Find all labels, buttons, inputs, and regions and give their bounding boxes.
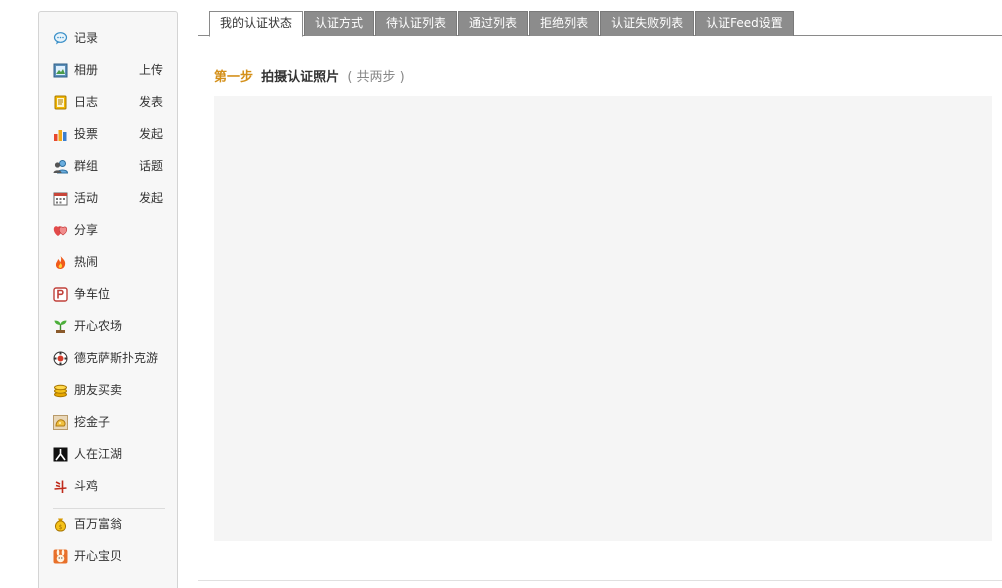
sidebar-item-label: 群组 xyxy=(74,159,99,173)
calendar-icon xyxy=(53,191,68,206)
sidebar-item-trade[interactable]: 朋友买卖 xyxy=(39,374,177,406)
bar-chart-icon xyxy=(53,127,68,142)
step-note: ( 共两步 ) xyxy=(347,70,405,85)
sidebar-item-label: 人在江湖 xyxy=(74,447,123,461)
sidebar: 记录 相册 上传 日志 发表 投票 发起 群组 话题 活动 发起 分享 热闹 争… xyxy=(38,11,178,588)
sidebar-item-label: 日志 xyxy=(74,95,99,109)
money-bag-icon: $ xyxy=(53,517,68,532)
tab-my-status[interactable]: 我的认证状态 xyxy=(209,11,304,37)
sidebar-item-vote[interactable]: 投票 发起 xyxy=(39,118,177,150)
sidebar-item-label: 活动 xyxy=(74,191,99,205)
sidebar-item-album[interactable]: 相册 上传 xyxy=(39,54,177,86)
tab-bar: 我的认证状态 认证方式 待认证列表 通过列表 拒绝列表 认证失败列表 认证Fee… xyxy=(198,11,1002,37)
tab-feed-settings[interactable]: 认证Feed设置 xyxy=(695,11,794,36)
sidebar-item-farm[interactable]: 开心农场 xyxy=(39,310,177,342)
parking-icon xyxy=(53,286,68,302)
gold-nugget-icon xyxy=(53,414,68,430)
sidebar-item-cockfight[interactable]: 斗鸡 xyxy=(39,470,177,502)
heart-share-icon xyxy=(53,223,68,238)
sidebar-item-label: 德克萨斯扑克游 xyxy=(74,351,159,365)
tab-failed-list[interactable]: 认证失败列表 xyxy=(600,11,695,36)
sidebar-nav: 记录 相册 上传 日志 发表 投票 发起 群组 话题 活动 发起 分享 热闹 争… xyxy=(39,12,177,572)
svg-text:$: $ xyxy=(59,524,63,531)
sidebar-item-gold[interactable]: 挖金子 xyxy=(39,406,177,438)
step-heading: 第一步 拍摄认证照片 ( 共两步 ) xyxy=(214,66,405,85)
sidebar-item-label: 挖金子 xyxy=(74,415,111,429)
start-vote-link[interactable]: 发起 xyxy=(139,120,163,148)
sidebar-item-millionaire[interactable]: $ 百万富翁 xyxy=(39,508,177,540)
fire-icon xyxy=(53,255,68,270)
sidebar-item-label: 开心农场 xyxy=(74,319,123,333)
sidebar-item-label: 投票 xyxy=(74,127,99,141)
sidebar-item-share[interactable]: 分享 xyxy=(39,214,177,246)
sidebar-item-diary[interactable]: 日志 发表 xyxy=(39,86,177,118)
sidebar-item-event[interactable]: 活动 发起 xyxy=(39,182,177,214)
sidebar-item-label: 开心宝贝 xyxy=(74,549,123,563)
tab-pending-list[interactable]: 待认证列表 xyxy=(375,11,458,36)
diary-icon xyxy=(53,95,68,110)
jianghu-icon xyxy=(53,447,68,462)
sidebar-item-label: 分享 xyxy=(74,223,99,237)
sprout-icon xyxy=(53,319,68,334)
sidebar-item-group[interactable]: 群组 话题 xyxy=(39,150,177,182)
tab-rejected-list[interactable]: 拒绝列表 xyxy=(529,11,600,36)
poker-chip-icon xyxy=(53,351,68,366)
coin-stack-icon xyxy=(53,383,68,398)
sidebar-item-hot[interactable]: 热闹 xyxy=(39,246,177,278)
sidebar-item-parking[interactable]: 争车位 xyxy=(39,278,177,310)
start-event-link[interactable]: 发起 xyxy=(139,184,163,212)
sidebar-item-label: 热闹 xyxy=(74,255,99,269)
sidebar-item-label: 相册 xyxy=(74,63,99,77)
chat-bubble-icon xyxy=(53,31,68,46)
cockfight-icon xyxy=(53,479,68,494)
publish-link[interactable]: 发表 xyxy=(139,88,163,116)
photo-album-icon xyxy=(53,63,68,78)
sidebar-item-label: 百万富翁 xyxy=(74,517,123,531)
photo-capture-area[interactable] xyxy=(214,96,992,541)
upload-link[interactable]: 上传 xyxy=(139,56,163,84)
tab-approved-list[interactable]: 通过列表 xyxy=(458,11,529,36)
sidebar-divider xyxy=(53,508,165,509)
sidebar-item-label: 朋友买卖 xyxy=(74,383,123,397)
sidebar-item-poker[interactable]: 德克萨斯扑克游 xyxy=(39,342,177,374)
tab-methods[interactable]: 认证方式 xyxy=(304,11,375,36)
sidebar-item-baby[interactable]: 开心宝贝 xyxy=(39,540,177,572)
baby-bunny-icon xyxy=(53,549,68,564)
sidebar-item-record[interactable]: 记录 xyxy=(39,22,177,54)
content-divider xyxy=(198,580,1002,581)
step-number: 第一步 xyxy=(214,70,254,85)
sidebar-item-label: 斗鸡 xyxy=(74,479,99,493)
step-title: 拍摄认证照片 xyxy=(261,70,340,85)
group-people-icon xyxy=(53,159,68,174)
sidebar-item-label: 争车位 xyxy=(74,287,111,301)
sidebar-item-jianghu[interactable]: 人在江湖 xyxy=(39,438,177,470)
sidebar-item-label: 记录 xyxy=(74,31,99,45)
topic-link[interactable]: 话题 xyxy=(139,152,163,180)
